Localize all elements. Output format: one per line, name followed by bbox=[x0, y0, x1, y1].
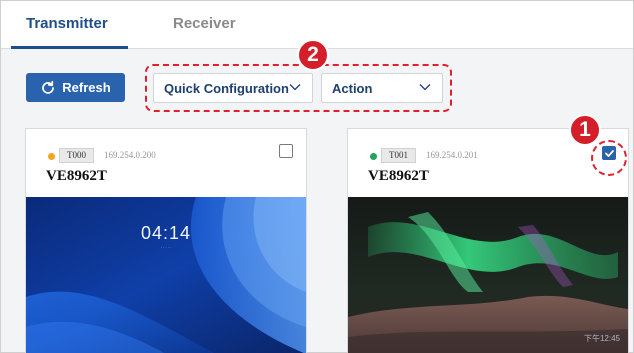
windows-wallpaper-image bbox=[26, 197, 306, 353]
device-card[interactable]: T000 169.254.0.200 VE8962T 04:14 · · · ·… bbox=[25, 128, 307, 353]
tab-receiver[interactable]: Receiver bbox=[173, 15, 236, 32]
card-header: T000 169.254.0.200 VE8962T bbox=[26, 129, 306, 197]
device-model: VE8962T bbox=[368, 168, 429, 184]
device-model: VE8962T bbox=[46, 168, 107, 184]
screen-preview: 下午12:45 bbox=[348, 197, 628, 353]
status-dot bbox=[370, 153, 377, 160]
screen-corner-time: 下午12:45 bbox=[583, 334, 620, 343]
device-card[interactable]: T001 169.254.0.201 VE8962T 下午12:45 bbox=[347, 128, 629, 353]
active-tab-indicator bbox=[11, 46, 128, 49]
device-ip: 169.254.0.201 bbox=[426, 150, 478, 160]
refresh-button[interactable]: Refresh bbox=[26, 73, 125, 102]
lockscreen-clock: 04:14 bbox=[140, 223, 192, 243]
select-checkbox[interactable] bbox=[279, 144, 293, 158]
device-ip: 169.254.0.200 bbox=[104, 150, 156, 160]
callout-badge-1: 1 bbox=[569, 114, 601, 146]
callout-badge-2: 2 bbox=[297, 39, 329, 71]
aurora-image bbox=[348, 197, 628, 353]
device-id-badge: T001 bbox=[381, 148, 416, 163]
screen-preview: 04:14 · · · · · bbox=[26, 197, 306, 353]
lockscreen-date: · · · · · bbox=[160, 245, 172, 250]
highlight-checkbox bbox=[591, 140, 627, 176]
status-dot bbox=[48, 153, 55, 160]
highlight-dropdowns bbox=[145, 64, 452, 112]
device-id-badge: T000 bbox=[59, 148, 94, 163]
tab-transmitter[interactable]: Transmitter bbox=[26, 15, 108, 32]
refresh-icon bbox=[42, 80, 55, 94]
app-frame: Transmitter Receiver Refresh Quick Confi… bbox=[0, 0, 634, 353]
refresh-label: Refresh bbox=[62, 80, 111, 95]
